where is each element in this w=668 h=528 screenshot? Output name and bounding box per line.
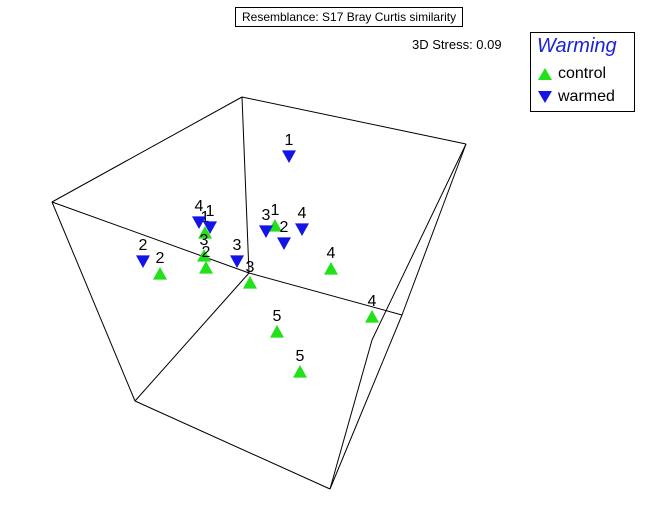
point-label-warmed-6: 2 [139,237,148,254]
point-label-warmed-7: 3 [233,237,242,254]
legend-label-control: control [558,65,607,82]
stress-label: 3D Stress: 0.09 [412,37,502,52]
marker-control-6 [324,262,338,275]
legend-item-warmed: warmed [537,88,615,108]
point-label-warmed-1: 4 [195,198,204,215]
marker-warmed-7 [230,255,244,268]
marker-warmed-5 [277,237,291,250]
point-label-control-4: 3 [246,259,255,276]
marker-warmed-4 [295,223,309,236]
point-label-control-9: 5 [296,348,305,365]
triangle-up-icon [538,68,552,80]
resemblance-title: Resemblance: S17 Bray Curtis similarity [235,7,464,27]
point-label-control-0: 2 [156,250,165,267]
legend-item-control: control [537,65,606,85]
marker-control-0 [153,267,167,280]
legend-title: Warming [537,35,617,57]
point-label-control-5: 1 [271,202,280,219]
marker-warmed-3 [259,225,273,238]
marker-control-7 [365,310,379,323]
point-label-warmed-4: 4 [298,205,307,222]
point-label-warmed-5: 2 [280,219,289,236]
marker-warmed-6 [136,255,150,268]
point-label-control-3: 2 [202,244,211,261]
marker-warmed-0 [282,150,296,163]
point-label-warmed-3: 3 [262,207,271,224]
triangle-down-icon [538,91,552,103]
3d-bounding-box [51,96,467,490]
point-label-warmed-2: 1 [206,203,215,220]
legend: Warming control warmed [530,32,635,112]
point-label-control-8: 5 [273,308,282,325]
marker-control-3 [199,261,213,274]
marker-control-8 [270,325,284,338]
data-points: 213231445514 1 3 422 3 [136,132,379,378]
point-label-control-6: 4 [327,245,336,262]
point-label-control-7: 4 [368,293,377,310]
point-label-warmed-0: 1 [285,132,294,149]
marker-control-9 [293,365,307,378]
legend-label-warmed: warmed [558,88,615,105]
